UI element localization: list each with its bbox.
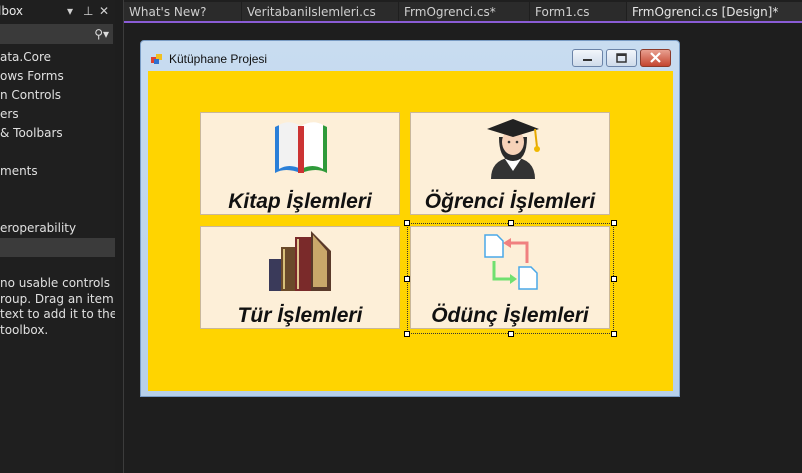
toolbox-group[interactable]: ata.Core: [0, 48, 115, 67]
toolbox-group[interactable]: ers: [0, 105, 115, 124]
resize-handle[interactable]: [508, 331, 514, 337]
toolbox-group[interactable]: ments: [0, 162, 115, 181]
tile-label: Öğrenci İşlemleri: [424, 190, 596, 213]
form-title: Kütüphane Projesi: [169, 52, 268, 66]
toolbox-list: ata.Core ows Forms n Controls ers & Tool…: [0, 48, 115, 257]
file-exchange-icon: [484, 234, 538, 290]
tab-whats-new[interactable]: What's New?: [124, 2, 241, 22]
document-tab-bar: What's New? VeritabaniIslemleri.cs FrmOg…: [124, 0, 802, 22]
tab-form1-cs[interactable]: Form1.cs: [530, 2, 626, 22]
odunc-islemleri-button[interactable]: Ödünç İşlemleri: [410, 226, 610, 329]
pin-icon[interactable]: ⊥: [83, 0, 93, 22]
resize-handle[interactable]: [404, 331, 410, 337]
kitap-islemleri-button[interactable]: Kitap İşlemleri: [200, 112, 400, 215]
toolbox-panel: lbox ▾ ⊥ ✕ ⚲▾ ata.Core ows Forms n Contr…: [0, 0, 115, 473]
resize-handle[interactable]: [611, 220, 617, 226]
toolbox-group[interactable]: n Controls: [0, 86, 115, 105]
maximize-button[interactable]: [606, 49, 637, 67]
toolbox-group[interactable]: [0, 143, 115, 162]
form-window[interactable]: Kütüphane Projesi: [140, 40, 680, 397]
toolbox-group[interactable]: ows Forms: [0, 67, 115, 86]
minimize-icon: [583, 59, 592, 61]
tab-veritabani-islemleri[interactable]: VeritabaniIslemleri.cs: [242, 2, 398, 22]
close-icon: [650, 52, 661, 63]
resize-handle[interactable]: [611, 331, 617, 337]
toolbox-title: lbox: [0, 4, 24, 18]
tile-label: Tür İşlemleri: [237, 304, 363, 327]
toolbox-group[interactable]: eroperability: [0, 219, 115, 238]
search-icon[interactable]: ⚲▾: [94, 24, 109, 44]
student-icon: [487, 119, 540, 179]
toolbox-group[interactable]: [0, 181, 115, 200]
resize-handle[interactable]: [404, 220, 410, 226]
books-stack-icon: [269, 231, 331, 291]
toolbox-group[interactable]: [0, 200, 115, 219]
tab-frmogrenci-design[interactable]: FrmOgrenci.cs [Design]*: [627, 2, 802, 22]
tile-label: Kitap İşlemleri: [228, 190, 372, 213]
resize-handle[interactable]: [508, 220, 514, 226]
toolbox-group-selected[interactable]: [0, 238, 115, 257]
ogrenci-islemleri-button[interactable]: Öğrenci İşlemleri: [410, 112, 610, 215]
tab-frmogrenci-cs[interactable]: FrmOgrenci.cs*: [399, 2, 529, 22]
toolbox-group[interactable]: & Toolbars: [0, 124, 115, 143]
book-icon: [275, 122, 327, 173]
close-icon[interactable]: ✕: [99, 0, 109, 22]
resize-handle[interactable]: [404, 276, 410, 282]
toolbox-header: lbox ▾ ⊥ ✕: [0, 0, 115, 22]
app-icon: [151, 54, 162, 64]
toolbox-search-input[interactable]: ⚲▾: [0, 24, 113, 44]
close-button[interactable]: [640, 49, 671, 67]
tur-islemleri-button[interactable]: Tür İşlemleri: [200, 226, 400, 329]
dropdown-icon[interactable]: ▾: [67, 0, 73, 22]
resize-handle[interactable]: [611, 276, 617, 282]
minimize-button[interactable]: [572, 49, 603, 67]
tile-label: Ödünç İşlemleri: [431, 304, 589, 327]
maximize-icon: [616, 53, 627, 63]
toolbox-empty-message: no usable controls roup. Drag an item te…: [0, 276, 115, 337]
